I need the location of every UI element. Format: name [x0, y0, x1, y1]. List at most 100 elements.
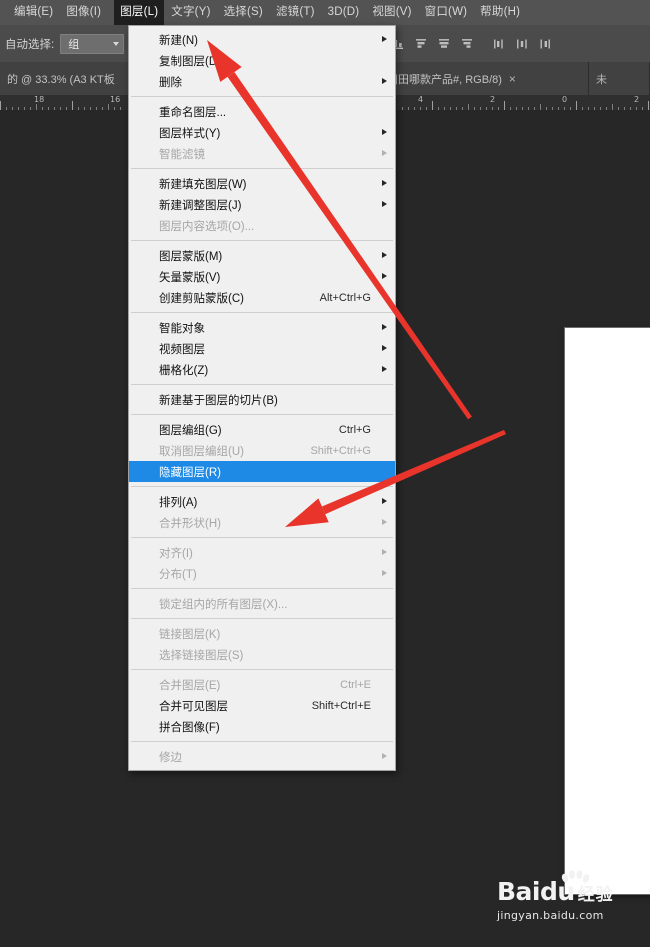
- menu-item-0[interactable]: 新建(N): [129, 29, 395, 50]
- layer-menu-dropdown[interactable]: 新建(N) 复制图层(D)... 删除重命名图层... 图层样式(Y) 智能滤镜新建填充…: [128, 25, 396, 771]
- ruler-tick: [504, 101, 505, 110]
- submenu-arrow-icon: [382, 519, 387, 525]
- menu-item-label: 视频图层: [159, 343, 205, 356]
- menu-item-12[interactable]: 智能对象: [129, 317, 395, 338]
- menu-separator: [131, 537, 393, 538]
- submenu-arrow-icon: [382, 366, 387, 372]
- menu-item-9[interactable]: 图层蒙版(M): [129, 245, 395, 266]
- menu-bar-item-0[interactable]: 编辑(E): [14, 0, 53, 25]
- menu-item-15[interactable]: 新建基于图层的切片(B): [129, 389, 395, 410]
- document-canvas[interactable]: [565, 328, 650, 894]
- baidu-watermark: Baidu 经验 jingyan.baidu.com: [497, 870, 614, 922]
- submenu-arrow-icon: [382, 252, 387, 258]
- menu-item-18[interactable]: 隐藏图层(R): [129, 461, 395, 482]
- ruler-tick: [576, 101, 577, 110]
- menu-item-25: 选择链接图层(S): [129, 644, 395, 665]
- menu-item-label: 选择链接图层(S): [159, 649, 244, 662]
- menu-item-20: 合并形状(H): [129, 512, 395, 533]
- align-left-edges-icon[interactable]: [410, 33, 431, 54]
- menu-item-1[interactable]: 复制图层(D)...: [129, 50, 395, 71]
- menu-item-2[interactable]: 删除: [129, 71, 395, 92]
- submenu-arrow-icon: [382, 570, 387, 576]
- menu-item-17: 取消图层编组(U) Shift+Ctrl+G: [129, 440, 395, 461]
- menu-item-27[interactable]: 合并可见图层 Shift+Ctrl+E: [129, 695, 395, 716]
- menu-item-29: 修边: [129, 746, 395, 767]
- menu-separator: [131, 168, 393, 169]
- menu-item-6[interactable]: 新建填充图层(W): [129, 173, 395, 194]
- ruler-number: 4: [418, 95, 424, 104]
- baidu-logo: Baidu 经验: [497, 870, 614, 908]
- menu-bar-item-4[interactable]: 选择(S): [224, 0, 263, 25]
- menu-item-label: 隐藏图层(R): [159, 466, 221, 479]
- align-right-edges-icon[interactable]: [456, 33, 477, 54]
- menu-item-22: 分布(T): [129, 563, 395, 584]
- menu-item-19[interactable]: 排列(A): [129, 491, 395, 512]
- menu-bar-item-9[interactable]: 帮助(H): [480, 0, 520, 25]
- menu-item-26: 合并图层(E) Ctrl+E: [129, 674, 395, 695]
- menu-item-13[interactable]: 视频图层: [129, 338, 395, 359]
- menu-item-label: 复制图层(D)...: [159, 55, 231, 68]
- menu-item-label: 创建剪贴蒙版(C): [159, 292, 244, 305]
- menu-item-28[interactable]: 拼合图像(F): [129, 716, 395, 737]
- align-horizontal-centers-icon[interactable]: [433, 33, 454, 54]
- menu-item-4[interactable]: 图层样式(Y): [129, 122, 395, 143]
- menu-separator: [131, 588, 393, 589]
- menu-item-label: 图层样式(Y): [159, 127, 221, 140]
- menu-item-8: 图层内容选项(O)...: [129, 215, 395, 236]
- close-icon[interactable]: ×: [509, 73, 516, 85]
- ruler-number: 2: [634, 95, 640, 104]
- menu-item-label: 智能滤镜: [159, 148, 205, 161]
- menu-separator: [131, 618, 393, 619]
- menu-bar-item-5[interactable]: 滤镜(T): [276, 0, 315, 25]
- distribute-right-icon[interactable]: [534, 33, 555, 54]
- menu-item-label: 合并图层(E): [159, 679, 221, 692]
- menu-bar-item-1[interactable]: 图像(I): [66, 0, 101, 25]
- ruler-number: 2: [490, 95, 496, 104]
- chevron-down-icon: [113, 41, 120, 46]
- ruler-number: 0: [562, 95, 568, 104]
- menu-item-shortcut: Alt+Ctrl+G: [319, 291, 371, 304]
- menu-item-label: 锁定组内的所有图层(X)...: [159, 598, 288, 611]
- auto-select-dropdown[interactable]: 组: [60, 33, 125, 54]
- menu-bar-item-2[interactable]: 图层(L): [114, 0, 165, 25]
- menu-item-11[interactable]: 创建剪贴蒙版(C) Alt+Ctrl+G: [129, 287, 395, 308]
- menu-item-label: 栅格化(Z): [159, 364, 209, 377]
- paw-icon: [561, 870, 590, 883]
- menu-item-label: 图层编组(G): [159, 424, 222, 437]
- menu-bar: 编辑(E) 图像(I) 图层(L) 文字(Y) 选择(S) 滤镜(T) 3D(D) 视图(V)…: [0, 0, 650, 25]
- menu-separator: [131, 96, 393, 97]
- menu-item-7[interactable]: 新建调整图层(J): [129, 194, 395, 215]
- menu-bar-item-6[interactable]: 3D(D): [328, 0, 360, 25]
- menu-item-label: 合并形状(H): [159, 517, 221, 530]
- distribute-center-icon[interactable]: [511, 33, 532, 54]
- menu-item-14[interactable]: 栅格化(Z): [129, 359, 395, 380]
- menu-item-label: 新建(N): [159, 34, 198, 47]
- menu-bar-item-3[interactable]: 文字(Y): [171, 0, 210, 25]
- auto-select-label: 自动选择:: [5, 38, 55, 51]
- menu-item-10[interactable]: 矢量蒙版(V): [129, 266, 395, 287]
- menu-item-label: 合并可见图层: [159, 700, 228, 713]
- submenu-arrow-icon: [382, 78, 387, 84]
- menu-bar-item-8[interactable]: 窗口(W): [425, 0, 468, 25]
- document-tab-next[interactable]: 未: [589, 62, 650, 95]
- ruler-tick: [0, 101, 1, 110]
- distribute-left-icon[interactable]: [488, 33, 509, 54]
- menu-item-24: 链接图层(K): [129, 623, 395, 644]
- menu-item-16[interactable]: 图层编组(G) Ctrl+G: [129, 419, 395, 440]
- submenu-arrow-icon: [382, 129, 387, 135]
- menu-item-shortcut: Shift+Ctrl+E: [311, 699, 371, 712]
- photoshop-window: 编辑(E) 图像(I) 图层(L) 文字(Y) 选择(S) 滤镜(T) 3D(D) 视图(V)…: [0, 0, 650, 947]
- ruler-tick: [72, 101, 73, 110]
- menu-item-shortcut: Ctrl+E: [340, 678, 371, 691]
- menu-item-21: 对齐(I): [129, 542, 395, 563]
- submenu-arrow-icon: [382, 324, 387, 330]
- menu-item-label: 对齐(I): [159, 547, 193, 560]
- menu-item-3[interactable]: 重命名图层...: [129, 101, 395, 122]
- menu-item-label: 修边: [159, 751, 182, 764]
- menu-item-shortcut: Ctrl+G: [338, 423, 371, 436]
- auto-select-value: 组: [68, 38, 80, 51]
- menu-bar-item-7[interactable]: 视图(V): [372, 0, 411, 25]
- menu-separator: [131, 240, 393, 241]
- menu-item-shortcut: Shift+Ctrl+G: [310, 444, 371, 457]
- menu-item-label: 删除: [159, 76, 182, 89]
